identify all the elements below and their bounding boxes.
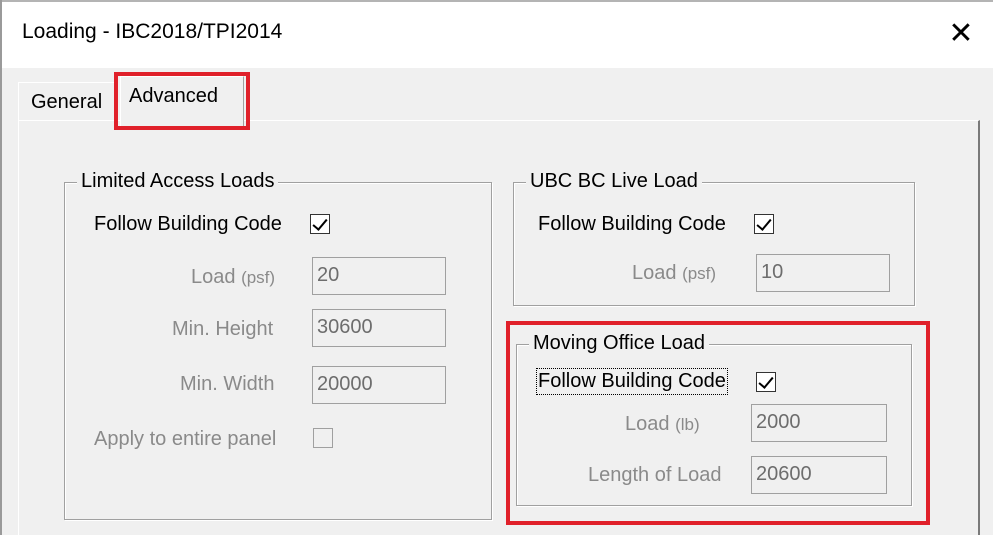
ubc-load-field[interactable]: 10	[756, 254, 890, 292]
ubc-follow-checkbox[interactable]	[754, 214, 774, 234]
ubc-load-label: Load (psf)	[632, 262, 717, 284]
limited-access-follow-checkbox[interactable]	[310, 214, 330, 234]
limited-access-min-width-label: Min. Width	[180, 373, 275, 395]
limited-access-min-height-label: Min. Height	[172, 318, 274, 340]
limited-access-load-label: Load (psf)	[191, 266, 276, 288]
tab-general[interactable]: General	[18, 82, 118, 120]
limited-access-loads-title: Limited Access Loads	[77, 170, 279, 193]
window-title: Loading - IBC2018/TPI2014	[22, 20, 283, 43]
limited-access-load-unit: (psf)	[241, 268, 276, 287]
limited-access-min-width-field[interactable]: 20000	[312, 366, 446, 404]
apply-entire-panel-checkbox[interactable]	[313, 428, 333, 448]
window-border	[0, 0, 993, 2]
limited-access-min-height-field[interactable]: 30600	[312, 309, 446, 347]
ubc-follow-label: Follow Building Code	[538, 213, 726, 235]
tab-highlight-annotation	[114, 72, 250, 130]
close-icon[interactable]: ✕	[938, 10, 984, 56]
ubc-load-unit: (psf)	[682, 264, 717, 283]
apply-entire-panel-label: Apply to entire panel	[94, 428, 277, 450]
window-border-left	[0, 0, 2, 535]
limited-access-load-field[interactable]: 20	[312, 257, 446, 295]
limited-access-follow-label: Follow Building Code	[94, 213, 282, 235]
ubc-live-load-title: UBC BC Live Load	[526, 170, 702, 193]
moving-office-highlight-annotation	[506, 321, 930, 525]
